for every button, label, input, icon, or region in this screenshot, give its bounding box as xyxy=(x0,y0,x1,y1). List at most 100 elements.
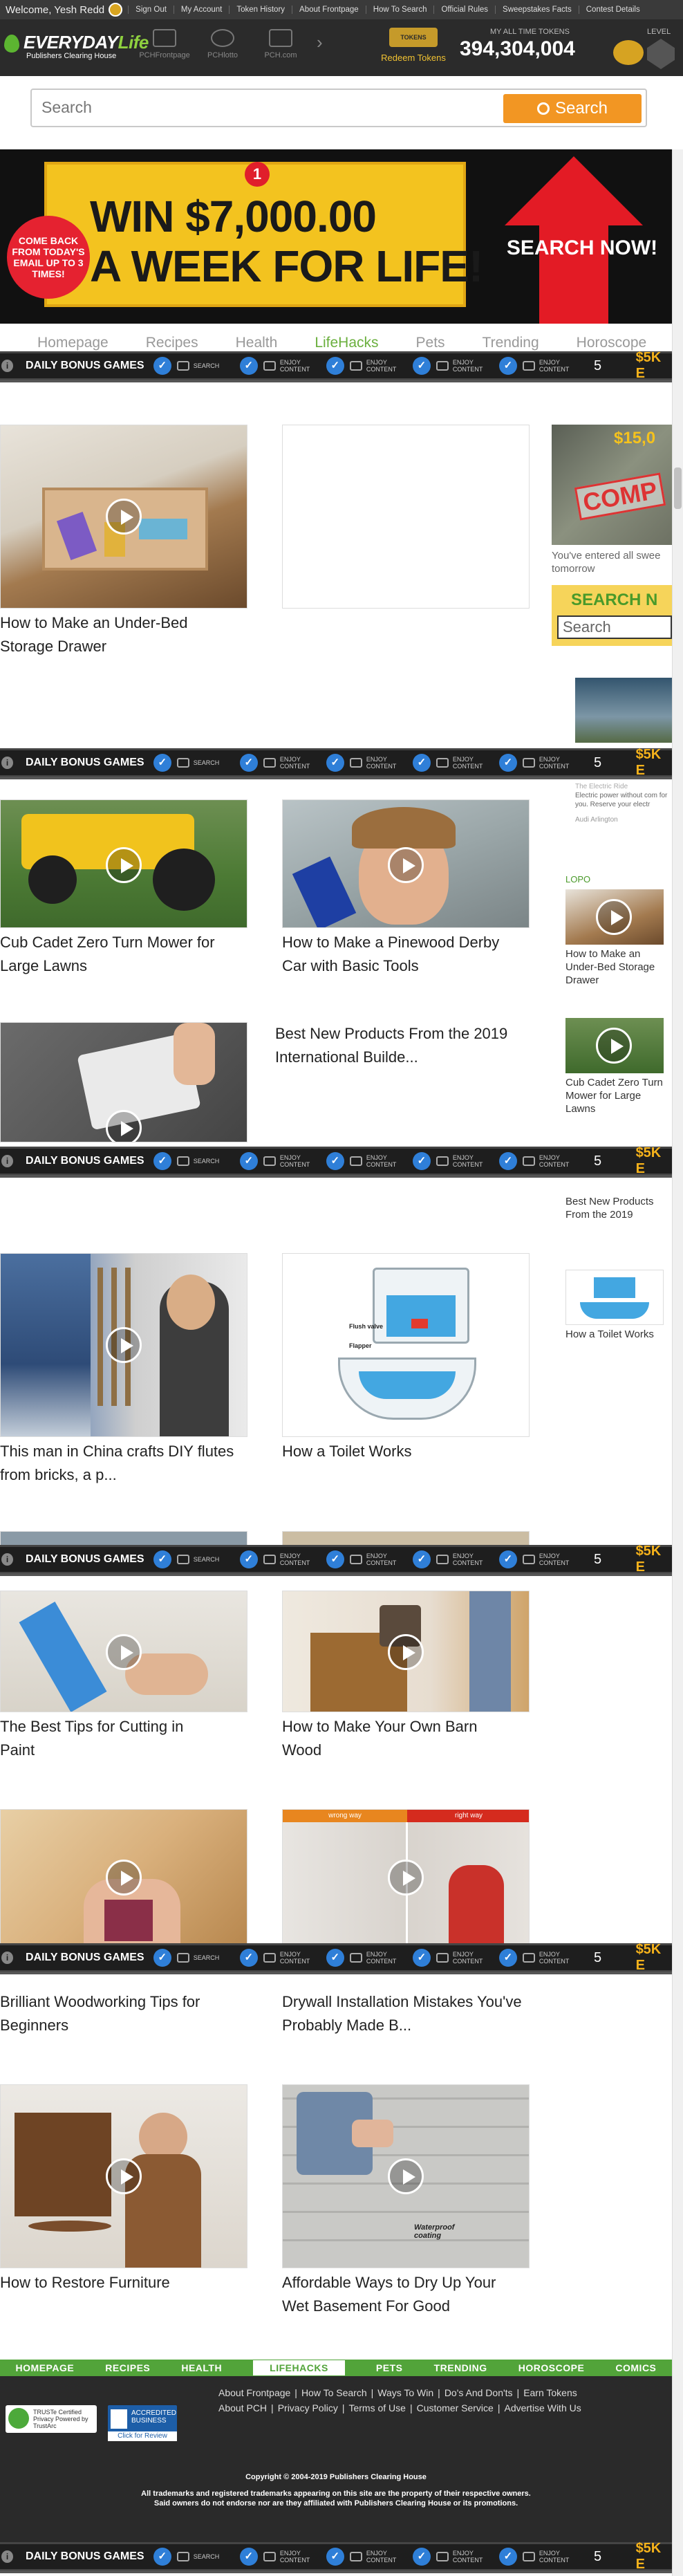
footer-link[interactable]: Do's And Don'ts xyxy=(440,2387,517,2398)
info-icon[interactable]: i xyxy=(1,1553,13,1566)
rail-promo[interactable]: $15,0 COMP You've entered all swee tomor… xyxy=(552,425,672,660)
bbb-badge[interactable]: ACCREDITED BUSINESS Click for Review xyxy=(108,2405,177,2441)
article-card[interactable]: The Best Tips for Cutting in Paint xyxy=(0,1591,249,1772)
info-icon[interactable]: i xyxy=(1,1952,13,1964)
bonus-game[interactable]: ✓ ENJOY CONTENT xyxy=(412,357,492,375)
sweepstakes-facts-link[interactable]: Sweepstakes Facts xyxy=(495,6,579,14)
article-title[interactable]: How to Make an Under-Bed Storage Drawer xyxy=(0,611,228,658)
bonus-game[interactable]: ✓ ENJOY CONTENT xyxy=(239,1152,319,1170)
banner-cta[interactable]: SEARCH NOW! xyxy=(492,237,672,260)
article-title[interactable]: How to Make Your Own Barn Wood xyxy=(282,1715,510,1762)
article-title[interactable]: Cub Cadet Zero Turn Mower for Large Lawn… xyxy=(0,931,249,978)
article-title[interactable]: How a Toilet Works xyxy=(282,1440,524,1463)
article-card[interactable]: Cub Cadet Zero Turn Mower for Large Lawn… xyxy=(0,799,249,979)
token-history-link[interactable]: Token History xyxy=(229,6,292,14)
footer-tab-recipes[interactable]: RECIPES xyxy=(105,2362,150,2373)
bonus-game[interactable]: ✓ ENJOY CONTENT xyxy=(326,1550,406,1568)
bonus-game[interactable]: ✓ SEARCH xyxy=(153,1550,233,1568)
play-icon[interactable] xyxy=(106,499,142,535)
article-card[interactable]: This man in China crafts DIY flutes from… xyxy=(0,1253,249,1495)
footer-tab-trending[interactable]: TRENDING xyxy=(434,2362,487,2373)
bonus-game[interactable]: ✓ ENJOY CONTENT xyxy=(498,2548,579,2566)
article-card[interactable]: How to Make a Pinewood Derby Car with Ba… xyxy=(282,799,531,979)
play-icon[interactable] xyxy=(388,1860,424,1896)
rail-item-title[interactable]: Best New Products From the 2019 xyxy=(565,1195,669,1221)
contest-details-link[interactable]: Contest Details xyxy=(578,6,647,14)
article-card[interactable]: wrong way right way Drywall Installation… xyxy=(282,1809,531,2037)
daily-bonus-bar[interactable]: i DAILY BONUS GAMES ✓ SEARCH ✓ ENJOY CONTENT ✓… xyxy=(0,350,672,382)
article-title[interactable]: How to Restore Furniture xyxy=(0,2271,242,2295)
footer-tab-health[interactable]: HEALTH xyxy=(181,2362,222,2373)
sign-out-link[interactable]: Sign Out xyxy=(128,6,174,14)
tab-recipes[interactable]: Recipes xyxy=(146,335,198,353)
chevron-right-icon[interactable]: › xyxy=(317,32,323,59)
bonus-game[interactable]: ✓ ENJOY CONTENT xyxy=(498,1550,579,1568)
bonus-game[interactable]: ✓ ENJOY CONTENT xyxy=(412,2548,492,2566)
article-title[interactable]: Drywall Installation Mistakes You've Pro… xyxy=(282,1990,524,2037)
rail-item[interactable]: Best New Products From the 2019 xyxy=(565,1195,672,1250)
info-icon[interactable]: i xyxy=(1,757,13,769)
play-icon[interactable] xyxy=(596,1028,632,1064)
article-card[interactable]: How to Restore Furniture xyxy=(0,2084,249,2306)
article-title[interactable]: How to Make a Pinewood Derby Car with Ba… xyxy=(282,931,510,978)
play-icon[interactable] xyxy=(596,899,632,935)
sweepstakes-banner[interactable]: 1 WIN $7,000.00 A WEEK FOR LIFE! COME BA… xyxy=(0,149,672,324)
bonus-game[interactable]: ✓ ENJOY CONTENT xyxy=(498,357,579,375)
nav-pchlotto[interactable]: PCHlotto xyxy=(194,29,252,59)
about-frontpage-link[interactable]: About Frontpage xyxy=(292,6,366,14)
bonus-game[interactable]: ✓ SEARCH xyxy=(153,1949,233,1967)
footer-tab-lifehacks[interactable]: LIFEHACKS xyxy=(253,2360,345,2375)
footer-link[interactable]: About PCH xyxy=(214,2402,271,2413)
article-title[interactable]: Best New Products From the 2019 Internat… xyxy=(275,1022,517,1069)
play-icon[interactable] xyxy=(106,1327,142,1363)
bonus-game[interactable]: ✓ SEARCH xyxy=(153,2548,233,2566)
play-icon[interactable] xyxy=(106,1110,142,1142)
article-card[interactable] xyxy=(0,1022,249,1147)
article-title[interactable]: Brilliant Woodworking Tips for Beginners xyxy=(0,1990,242,2037)
search-button[interactable]: Search xyxy=(503,94,642,123)
bbb-review-link[interactable]: Click for Review xyxy=(108,2431,177,2441)
bonus-game[interactable]: ✓ SEARCH xyxy=(153,357,233,375)
bonus-game[interactable]: ✓ ENJOY CONTENT xyxy=(326,754,406,772)
article-card[interactable]: Flush valve Flapper How a Toilet Works xyxy=(282,1253,531,1467)
play-icon[interactable] xyxy=(388,847,424,883)
logo[interactable]: EVERYDAYLife Publishers Clearing House xyxy=(4,32,149,64)
tab-homepage[interactable]: Homepage xyxy=(37,335,109,353)
tab-lifehacks[interactable]: LifeHacks xyxy=(315,335,378,353)
footer-tab-pets[interactable]: PETS xyxy=(376,2362,403,2373)
rail-item[interactable]: Cub Cadet Zero Turn Mower for Large Lawn… xyxy=(565,1018,672,1122)
tab-health[interactable]: Health xyxy=(236,335,278,353)
info-icon[interactable]: i xyxy=(1,360,13,372)
article-card[interactable]: Best New Products From the 2019 Internat… xyxy=(275,1022,524,1084)
footer-link[interactable]: Earn Tokens xyxy=(519,2387,581,2398)
article-card[interactable]: Waterproof coating Affordable Ways to Dr… xyxy=(282,2084,531,2315)
rail-item[interactable]: How a Toilet Works xyxy=(565,1270,672,1366)
bonus-game[interactable]: ✓ ENJOY CONTENT xyxy=(498,1152,579,1170)
article-card[interactable]: How to Make an Under-Bed Storage Drawer xyxy=(0,425,249,667)
play-icon[interactable] xyxy=(106,1634,142,1670)
daily-bonus-bar[interactable]: i DAILY BONUS GAMES ✓ SEARCH ✓ ENJOY CONTENT ✓… xyxy=(0,1544,672,1576)
bonus-game[interactable]: ✓ ENJOY CONTENT xyxy=(412,754,492,772)
official-rules-link[interactable]: Official Rules xyxy=(433,6,495,14)
footer-tab-homepage[interactable]: HOMEPAGE xyxy=(16,2362,75,2373)
my-account-link[interactable]: My Account xyxy=(173,6,229,14)
info-icon[interactable]: i xyxy=(1,1155,13,1167)
bonus-game[interactable]: ✓ ENJOY CONTENT xyxy=(412,1152,492,1170)
daily-bonus-bar[interactable]: i DAILY BONUS GAMES ✓ SEARCH ✓ ENJOY CONTENT ✓… xyxy=(0,747,672,779)
article-title[interactable]: This man in China crafts DIY flutes from… xyxy=(0,1440,235,1487)
article-card[interactable]: Brilliant Woodworking Tips for Beginners xyxy=(0,1809,249,2037)
daily-bonus-bar[interactable]: i DAILY BONUS GAMES ✓ SEARCH ✓ ENJOY CONTENT ✓… xyxy=(0,2541,672,2573)
redeem-tokens[interactable]: TOKENS Redeem Tokens xyxy=(379,28,448,63)
play-icon[interactable] xyxy=(388,1634,424,1670)
footer-tab-horoscope[interactable]: HOROSCOPE xyxy=(518,2362,585,2373)
daily-bonus-bar[interactable]: i DAILY BONUS GAMES ✓ SEARCH ✓ ENJOY CONTENT ✓… xyxy=(0,1145,672,1178)
bonus-game[interactable]: ✓ SEARCH xyxy=(153,754,233,772)
tab-pets[interactable]: Pets xyxy=(416,335,445,353)
info-icon[interactable]: i xyxy=(1,2550,13,2563)
truste-badge[interactable]: TRUSTe Certified Privacy Powered by Trus… xyxy=(6,2405,97,2433)
how-to-search-link[interactable]: How To Search xyxy=(365,6,434,14)
play-icon[interactable] xyxy=(106,847,142,883)
article-title[interactable]: The Best Tips for Cutting in Paint xyxy=(0,1715,221,1762)
footer-link[interactable]: Privacy Policy xyxy=(274,2402,342,2413)
bonus-game[interactable]: ✓ ENJOY CONTENT xyxy=(326,357,406,375)
